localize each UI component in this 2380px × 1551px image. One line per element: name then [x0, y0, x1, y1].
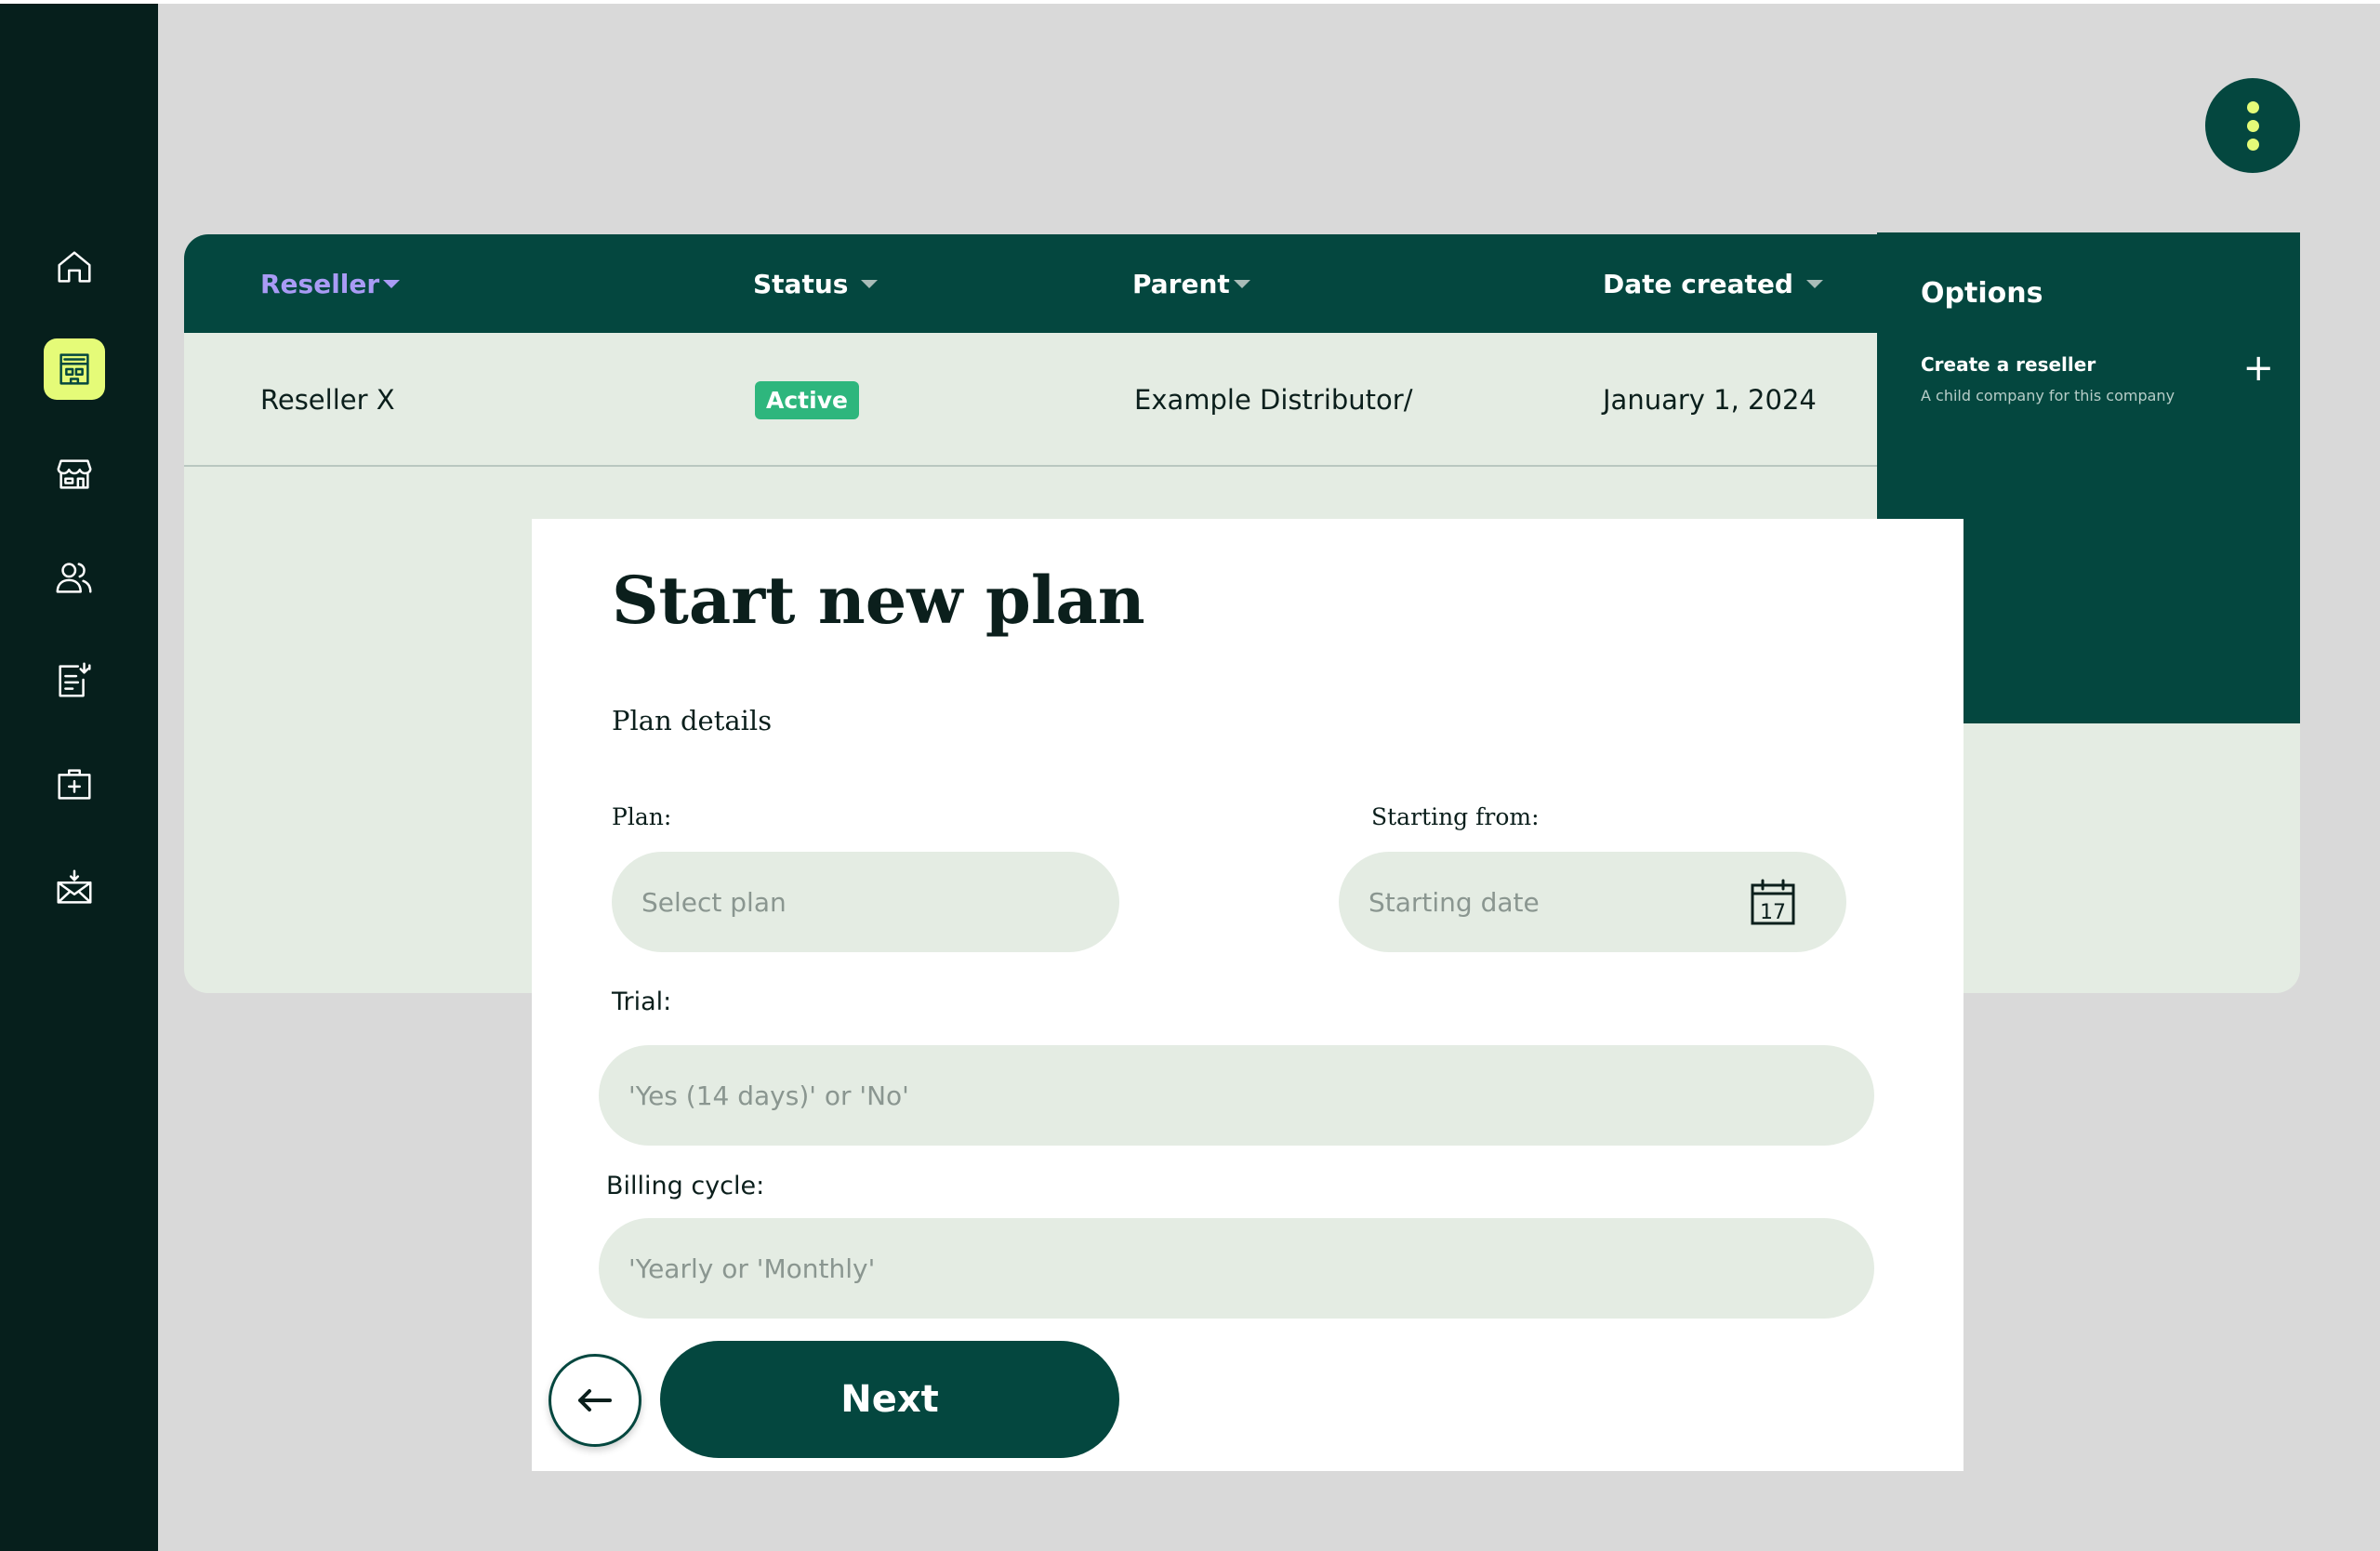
building-icon	[60, 353, 89, 385]
sidebar-item-companies[interactable]	[44, 338, 105, 400]
cell-reseller: Reseller X	[260, 384, 395, 416]
section-heading: Plan details	[612, 705, 773, 736]
starting-from-label: Starting from:	[1371, 803, 1540, 830]
cell-date-created: January 1, 2024	[1603, 384, 1817, 416]
calendar-day: 17	[1760, 901, 1786, 924]
medical-kit-icon	[58, 769, 91, 800]
billing-cycle-label: Billing cycle:	[606, 1172, 765, 1200]
dot-icon	[2246, 119, 2259, 132]
calendar-icon[interactable]: 17	[1750, 878, 1796, 926]
sidebar-item-stores[interactable]	[44, 443, 105, 504]
top-strip	[0, 0, 2380, 4]
dialog-title: Start new plan	[612, 562, 1145, 639]
arrow-left-icon	[578, 1389, 612, 1412]
trial-label: Trial:	[612, 988, 672, 1016]
sidebar-item-home[interactable]	[44, 236, 105, 298]
start-new-plan-dialog: Start new plan Plan details Plan: Starti…	[532, 519, 1964, 1471]
sidebar	[0, 4, 158, 1551]
sidebar-item-documents[interactable]	[44, 649, 105, 710]
billing-cycle-input[interactable]	[599, 1218, 1874, 1319]
store-icon	[57, 459, 92, 489]
plan-label: Plan:	[612, 803, 672, 830]
option-label: Create a reseller	[1921, 353, 2096, 376]
cell-status: Active	[755, 333, 859, 467]
column-header-reseller[interactable]: Reseller	[260, 234, 401, 333]
plan-select[interactable]	[612, 852, 1119, 952]
dot-icon	[2246, 100, 2259, 113]
status-badge: Active	[755, 380, 859, 419]
option-description: A child company for this company	[1921, 387, 2175, 404]
home-icon	[58, 251, 91, 283]
sidebar-item-mail[interactable]	[44, 857, 105, 919]
plus-icon[interactable]: +	[2242, 350, 2274, 387]
caret-down-icon	[1233, 279, 1250, 288]
caret-down-icon	[383, 279, 401, 288]
caret-down-icon	[861, 279, 879, 288]
mail-icon	[57, 869, 92, 904]
caret-down-icon	[1805, 279, 1823, 288]
dot-icon	[2246, 138, 2259, 151]
sidebar-item-medical[interactable]	[44, 753, 105, 815]
next-button[interactable]: Next	[660, 1341, 1119, 1458]
column-header-parent[interactable]: Parent	[1132, 234, 1250, 333]
column-header-status[interactable]: Status	[753, 234, 879, 333]
trial-input[interactable]	[599, 1045, 1874, 1146]
document-icon	[59, 662, 91, 697]
cell-parent: Example Distributor/	[1134, 384, 1413, 416]
sidebar-item-users[interactable]	[44, 547, 105, 608]
column-header-date-created[interactable]: Date created	[1603, 234, 1823, 333]
options-title: Options	[1921, 277, 2043, 310]
create-reseller-option[interactable]: Create a reseller A child company for th…	[1921, 350, 2274, 418]
users-icon	[56, 563, 92, 593]
more-options-button[interactable]	[2205, 78, 2300, 173]
back-button[interactable]	[549, 1354, 641, 1447]
